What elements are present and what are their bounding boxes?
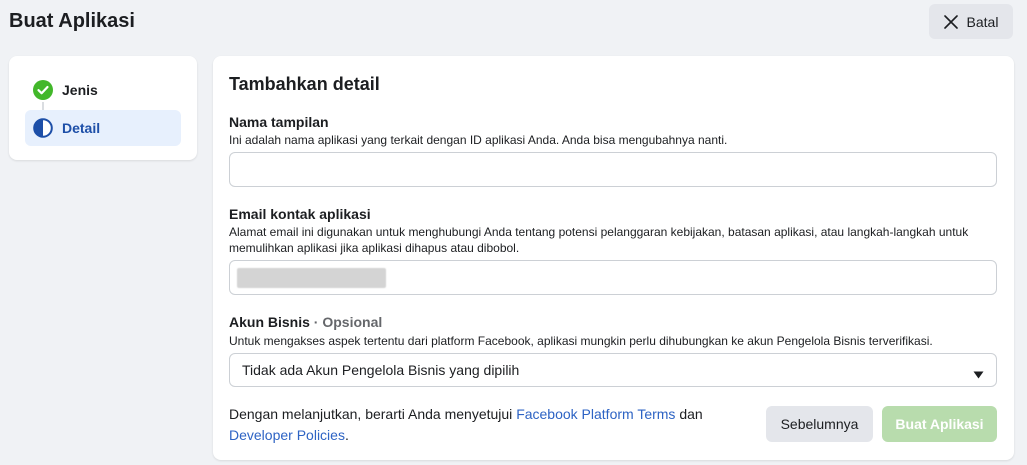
optional-tag: · Opsional [313,314,383,330]
display-name-input[interactable] [229,152,997,187]
platform-terms-link[interactable]: Facebook Platform Terms [516,406,675,422]
create-app-button[interactable]: Buat Aplikasi [882,406,997,442]
check-circle-icon [33,80,53,100]
developer-policies-link[interactable]: Developer Policies [229,427,345,443]
half-circle-icon [33,118,53,138]
terms-suffix: . [344,427,349,443]
contact-email-label: Email kontak aplikasi [229,206,371,222]
redacted-email-value [237,268,386,288]
business-account-label-text: Akun Bisnis [229,314,310,330]
business-account-label: Akun Bisnis · Opsional [229,314,382,330]
step-detail[interactable]: Detail [25,110,181,146]
contact-email-help: Alamat email ini digunakan untuk menghub… [229,225,969,255]
cancel-button[interactable]: Batal [929,4,1013,39]
steps-panel: Jenis Detail [9,56,197,160]
business-account-select[interactable]: Tidak ada Akun Pengelola Bisnis yang dip… [229,353,997,387]
close-icon [943,14,958,29]
business-account-help: Untuk mengakses aspek tertentu dari plat… [229,334,933,348]
display-name-label: Nama tampilan [229,114,329,130]
terms-prefix: Dengan melanjutkan, berarti Anda menyetu… [229,406,517,422]
step-label: Jenis [62,82,98,98]
details-form-card: Tambahkan detail Nama tampilan Ini adala… [213,56,1014,460]
caret-down-icon [973,366,984,382]
step-label: Detail [62,120,101,136]
page-title: Buat Aplikasi [9,10,135,32]
display-name-help: Ini adalah nama aplikasi yang terkait de… [229,133,728,147]
step-jenis[interactable]: Jenis [25,72,181,108]
terms-text: Dengan melanjutkan, berarti Anda menyetu… [229,404,749,446]
form-title: Tambahkan detail [229,74,380,94]
terms-mid: dan [675,406,703,422]
business-account-selected: Tidak ada Akun Pengelola Bisnis yang dip… [242,362,520,378]
cancel-label: Batal [966,13,999,30]
previous-button[interactable]: Sebelumnya [766,406,873,442]
